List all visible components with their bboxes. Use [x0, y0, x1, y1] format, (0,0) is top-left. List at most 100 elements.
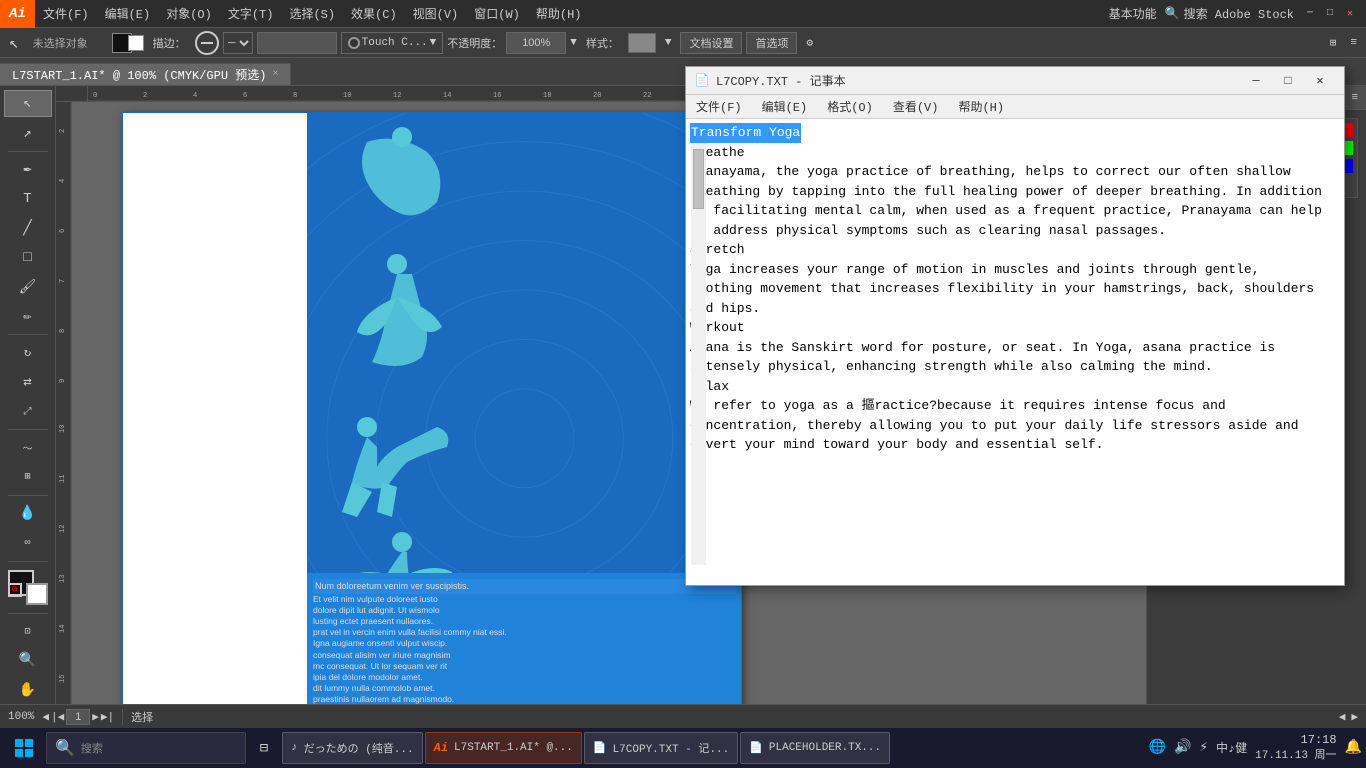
search-icon: 🔍 [55, 738, 75, 758]
menu-right: 基本功能 🔍 搜索 Adobe Stock ─ □ ✕ [1109, 5, 1366, 22]
time-display: 17:18 [1255, 733, 1336, 749]
svg-text:6: 6 [59, 229, 67, 233]
menu-help[interactable]: 帮助(H) [528, 0, 590, 28]
stroke-icon[interactable] [195, 31, 219, 55]
extra-btn1[interactable]: ⚙ [801, 31, 818, 55]
shape-tool[interactable]: □ [4, 244, 52, 271]
next-page-btn[interactable]: ▶ [92, 710, 99, 724]
ime-indicator[interactable]: 中♪健 [1216, 739, 1247, 756]
left-panel [122, 112, 307, 704]
zoom-level: 100% [8, 711, 34, 723]
notepad-menu-file[interactable]: 文件(F) [686, 95, 752, 119]
workspace-dropdown[interactable]: 基本功能 [1109, 5, 1157, 22]
page-number-input[interactable] [66, 709, 90, 725]
svg-text:2: 2 [59, 129, 67, 133]
notepad-textarea[interactable]: Transform Yoga Breathe Pranayama, the yo… [686, 119, 1328, 585]
notepad-close-button[interactable]: ✕ [1304, 67, 1336, 95]
hand-tool[interactable]: ✋ [4, 677, 52, 704]
yoga-figure-2 [322, 252, 472, 382]
paintbrush-tool[interactable]: 🖌 [4, 273, 52, 300]
touch-dropdown-arrow: ▼ [430, 37, 437, 49]
svg-text:22: 22 [643, 92, 651, 100]
battery-icon: ⚡ [1200, 739, 1208, 756]
zoom-tool[interactable]: 🔍 [4, 647, 52, 674]
arrange-btn[interactable]: ⊞ [1325, 31, 1342, 55]
pencil-tool[interactable]: ✏ [4, 303, 52, 330]
window-controls: ─ □ ✕ [1302, 6, 1358, 22]
svg-text:10: 10 [59, 425, 67, 433]
free-transform-tool[interactable]: ⊞ [4, 464, 52, 491]
minimize-button[interactable]: ─ [1302, 6, 1318, 22]
rotate-tool[interactable]: ↻ [4, 339, 52, 366]
scale-tool[interactable]: ⤢ [4, 398, 52, 425]
pen-tool[interactable]: ✒ [4, 156, 52, 183]
date-display: 17.11.13 周一 [1255, 749, 1336, 763]
notepad-menu-format[interactable]: 格式(O) [817, 95, 883, 119]
taskbar-app-notepad[interactable]: 📄 L7COPY.TXT - 记... [584, 732, 738, 764]
warp-tool[interactable]: 〜 [4, 434, 52, 461]
direct-select-tool[interactable]: ↗ [4, 119, 52, 146]
notepad-menu-view[interactable]: 查看(V) [883, 95, 949, 119]
blend-tool[interactable]: ∞ [4, 529, 52, 556]
menu-select[interactable]: 选择(S) [281, 0, 343, 28]
ai-app-icon: Ai [434, 741, 448, 755]
taskbar-app-placeholder[interactable]: 📄 PLACEHOLDER.TX... [740, 732, 890, 764]
page-last-btn[interactable]: ▶| [101, 710, 114, 724]
stroke-swatch[interactable] [128, 35, 144, 51]
panel-menu-icon[interactable]: ≡ [1351, 92, 1358, 104]
type-tool[interactable]: T [4, 185, 52, 212]
search-stock[interactable]: 🔍 搜索 Adobe Stock [1165, 5, 1294, 22]
change-screen-mode[interactable]: ⊡ [4, 618, 52, 645]
line-tool[interactable]: ╱ [4, 215, 52, 242]
doc-settings-button[interactable]: 文档设置 [680, 32, 742, 54]
ruler-marks-vertical: 2 4 6 7 8 9 10 11 12 13 14 15 16 [56, 102, 72, 704]
taskbar-app-music[interactable]: ♪ だっための (纯音... [282, 732, 423, 764]
placeholder-app-label: PLACEHOLDER.TX... [769, 742, 881, 754]
task-view-button[interactable]: ⊟ [248, 732, 280, 764]
prev-page-btn[interactable]: ◀ [42, 710, 49, 724]
opacity-dropdown[interactable]: ▼ [570, 37, 577, 49]
close-button[interactable]: ✕ [1342, 6, 1358, 22]
notepad-maximize-button[interactable]: □ [1272, 67, 1304, 95]
music-app-icon: ♪ [291, 742, 298, 754]
menu-edit[interactable]: 编辑(E) [97, 0, 159, 28]
opacity-input[interactable] [506, 32, 566, 54]
taskbar-search[interactable]: 🔍 搜索 [46, 732, 246, 764]
reflect-tool[interactable]: ⇄ [4, 368, 52, 395]
notification-icon[interactable]: 🔔 [1345, 739, 1362, 756]
notepad-menu-help[interactable]: 帮助(H) [948, 95, 1014, 119]
scroll-left-btn[interactable]: ◀ [1339, 710, 1346, 724]
notepad-menu-edit[interactable]: 编辑(E) [752, 95, 818, 119]
menu-view[interactable]: 视图(V) [405, 0, 467, 28]
menu-object[interactable]: 对象(O) [158, 0, 220, 28]
preferences-button[interactable]: 首选项 [746, 32, 797, 54]
menu-text[interactable]: 文字(T) [220, 0, 282, 28]
notepad-titlebar: 📄 L7COPY.TXT - 记事本 ─ □ ✕ [686, 67, 1344, 95]
menu-file[interactable]: 文件(F) [35, 0, 97, 28]
select-tool[interactable]: ↖ [4, 90, 52, 117]
none-color[interactable]: ⊘ [8, 583, 22, 597]
text-box-line-1: Num doloreetum venim ver suscipistis. [315, 581, 469, 591]
icon-btn2[interactable]: ≡ [1345, 31, 1362, 55]
menu-window[interactable]: 窗口(W) [466, 0, 528, 28]
start-button[interactable] [4, 732, 44, 764]
tab-close-button[interactable]: × [272, 69, 278, 80]
touch-color-btn[interactable]: Touch C... ▼ [341, 32, 444, 54]
scroll-right-btn[interactable]: ▶ [1351, 710, 1358, 724]
tool-separator-2 [8, 334, 48, 335]
eyedropper-tool[interactable]: 💧 [4, 500, 52, 527]
stroke-dropdown[interactable]: ─ [223, 32, 253, 54]
status-right: ◀ ▶ [1339, 710, 1358, 724]
taskbar-app-illustrator[interactable]: Ai L7START_1.AI* @... [425, 732, 582, 764]
style-box[interactable] [628, 33, 656, 53]
active-tab[interactable]: L7START_1.AI* @ 100% (CMYK/GPU 预选) × [0, 63, 291, 85]
page-first-btn[interactable]: |◀ [51, 710, 64, 724]
menu-effect[interactable]: 效果(C) [343, 0, 405, 28]
background-color[interactable] [26, 583, 48, 605]
notepad-minimize-button[interactable]: ─ [1240, 67, 1272, 95]
scrollbar-thumb[interactable] [693, 149, 704, 209]
scrollbar-track [691, 139, 706, 565]
style-dropdown[interactable]: ▼ [660, 31, 677, 55]
svg-text:11: 11 [59, 475, 67, 483]
maximize-button[interactable]: □ [1322, 6, 1338, 22]
